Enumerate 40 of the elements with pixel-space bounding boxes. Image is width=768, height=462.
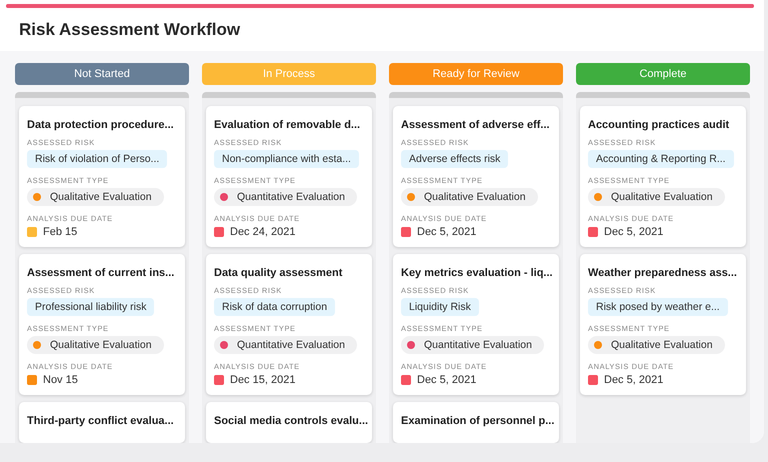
type-pill: Qualitative Evaluation [401, 188, 538, 206]
card-title: Examination of personnel p... [401, 415, 554, 427]
card-title: Social media controls evalu... [214, 415, 368, 427]
risk-tag: Liquidity Risk [401, 298, 479, 316]
card-title: Assessment of adverse eff... [401, 119, 550, 131]
due-date: Dec 5, 2021 [604, 374, 664, 386]
task-card[interactable]: Third-party conflict evalua... [19, 402, 185, 443]
card-title: Weather preparedness ass... [588, 267, 737, 279]
due-date: Nov 15 [43, 374, 78, 386]
type-pill: Qualitative Evaluation [27, 336, 164, 354]
risk-tag: Professional liability risk [27, 298, 154, 316]
due-date: Dec 5, 2021 [417, 374, 476, 386]
risk-tag: Non-compliance with esta... [214, 150, 359, 168]
due-date: Feb 15 [43, 226, 78, 238]
type-pill: Quantitative Evaluation [214, 188, 357, 206]
due-date: Dec 5, 2021 [604, 226, 664, 238]
card-title: Third-party conflict evalua... [27, 415, 174, 427]
task-card[interactable]: Social media controls evalu... [206, 402, 372, 443]
risk-tag: Accounting & Reporting R... [588, 150, 734, 168]
type-pill: Quantitative Evaluation [214, 336, 357, 354]
column-header[interactable]: Not Started [15, 63, 189, 85]
card-title: Assessment of current ins... [27, 267, 174, 279]
card-title: Accounting practices audit [588, 119, 730, 131]
risk-tag: Risk posed by weather e... [588, 298, 728, 316]
type-pill: Qualitative Evaluation [27, 188, 164, 206]
due-date: Dec 24, 2021 [230, 226, 296, 238]
card-title: Evaluation of removable d... [214, 119, 360, 131]
risk-tag: Risk of data corruption [214, 298, 336, 316]
task-card[interactable]: Examination of personnel p... [393, 402, 559, 443]
due-date: Dec 5, 2021 [417, 226, 476, 238]
due-date: Dec 15, 2021 [230, 374, 296, 386]
card-title: Data quality assessment [214, 267, 342, 279]
risk-tag: Risk of violation of Perso... [27, 150, 168, 168]
type-pill: Qualitative Evaluation [588, 336, 725, 354]
type-pill: Quantitative Evaluation [401, 336, 544, 354]
card-title: Key metrics evaluation - liq... [401, 267, 553, 279]
risk-tag: Adverse effects risk [401, 150, 508, 168]
page-title: Risk Assessment Workflow [18, 19, 242, 41]
type-pill: Qualitative Evaluation [588, 188, 725, 206]
card-title: Data protection procedure... [27, 119, 174, 131]
